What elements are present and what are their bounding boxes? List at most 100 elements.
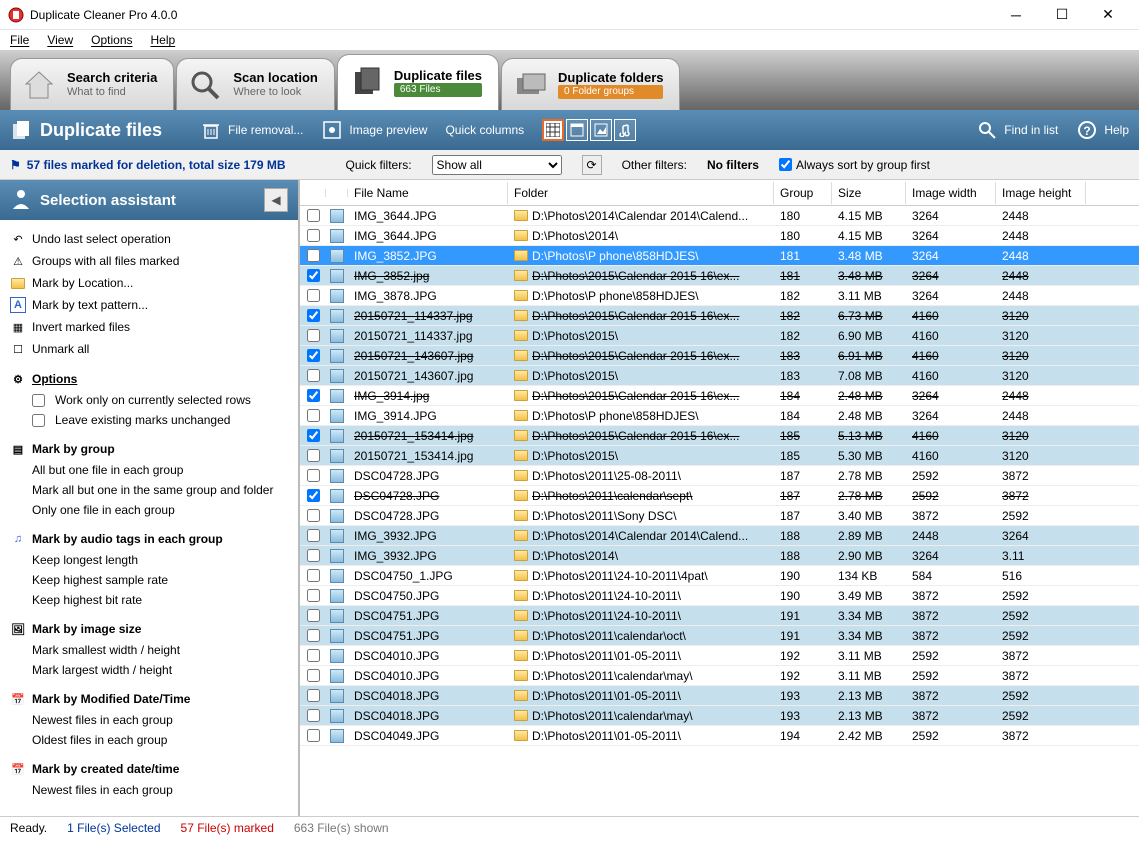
table-row[interactable]: IMG_3644.JPGD:\Photos\2014\1804.15 MB326… bbox=[300, 226, 1139, 246]
table-row[interactable]: DSC04751.JPGD:\Photos\2011\24-10-2011\19… bbox=[300, 606, 1139, 626]
refresh-button[interactable]: ⟳ bbox=[582, 155, 602, 175]
highest-br[interactable]: Keep highest bit rate bbox=[10, 590, 290, 610]
row-checkbox[interactable] bbox=[307, 669, 320, 682]
col-height[interactable]: Image height bbox=[996, 182, 1086, 204]
row-checkbox[interactable] bbox=[307, 489, 320, 502]
row-checkbox[interactable] bbox=[307, 689, 320, 702]
tab-scan-location[interactable]: Scan locationWhere to look bbox=[176, 58, 335, 110]
sort-group-checkbox[interactable]: Always sort by group first bbox=[779, 158, 930, 172]
col-width[interactable]: Image width bbox=[906, 182, 996, 204]
close-button[interactable]: ✕ bbox=[1085, 0, 1131, 30]
row-checkbox[interactable] bbox=[307, 649, 320, 662]
row-checkbox[interactable] bbox=[307, 389, 320, 402]
row-checkbox[interactable] bbox=[307, 369, 320, 382]
table-row[interactable]: DSC04010.JPGD:\Photos\2011\01-05-2011\19… bbox=[300, 646, 1139, 666]
row-checkbox[interactable] bbox=[307, 509, 320, 522]
row-checkbox[interactable] bbox=[307, 229, 320, 242]
row-checkbox[interactable] bbox=[307, 309, 320, 322]
table-row[interactable]: DSC04750_1.JPGD:\Photos\2011\24-10-2011\… bbox=[300, 566, 1139, 586]
col-size[interactable]: Size bbox=[832, 182, 906, 204]
table-row[interactable]: DSC04018.JPGD:\Photos\2011\calendar\may\… bbox=[300, 706, 1139, 726]
row-checkbox[interactable] bbox=[307, 329, 320, 342]
largest-wh[interactable]: Mark largest width / height bbox=[10, 660, 290, 680]
table-row[interactable]: IMG_3852.jpgD:\Photos\2015\Calendar 2015… bbox=[300, 266, 1139, 286]
row-checkbox[interactable] bbox=[307, 429, 320, 442]
table-row[interactable]: IMG_3852.JPGD:\Photos\P phone\858HDJES\1… bbox=[300, 246, 1139, 266]
row-checkbox[interactable] bbox=[307, 609, 320, 622]
image-preview-button[interactable]: Image preview bbox=[321, 119, 427, 141]
qc-window-icon[interactable] bbox=[566, 119, 588, 141]
row-checkbox[interactable] bbox=[307, 249, 320, 262]
table-row[interactable]: IMG_3644.JPGD:\Photos\2014\Calendar 2014… bbox=[300, 206, 1139, 226]
work-only-selected[interactable]: Work only on currently selected rows bbox=[10, 390, 290, 410]
table-row[interactable]: DSC04728.JPGD:\Photos\2011\Sony DSC\1873… bbox=[300, 506, 1139, 526]
table-row[interactable]: 20150721_143607.jpgD:\Photos\2015\Calend… bbox=[300, 346, 1139, 366]
row-checkbox[interactable] bbox=[307, 549, 320, 562]
quick-filters-select[interactable]: Show all bbox=[432, 155, 562, 175]
menu-help[interactable]: Help bbox=[151, 33, 176, 47]
table-row[interactable]: IMG_3932.JPGD:\Photos\2014\1882.90 MB326… bbox=[300, 546, 1139, 566]
table-row[interactable]: IMG_3914.JPGD:\Photos\P phone\858HDJES\1… bbox=[300, 406, 1139, 426]
newest-mod[interactable]: Newest files in each group bbox=[10, 710, 290, 730]
table-body[interactable]: IMG_3644.JPGD:\Photos\2014\Calendar 2014… bbox=[300, 206, 1139, 816]
table-row[interactable]: DSC04010.JPGD:\Photos\2011\calendar\may\… bbox=[300, 666, 1139, 686]
table-row[interactable]: IMG_3932.JPGD:\Photos\2014\Calendar 2014… bbox=[300, 526, 1139, 546]
row-checkbox[interactable] bbox=[307, 629, 320, 642]
menu-view[interactable]: View bbox=[47, 33, 73, 47]
invert-marked[interactable]: ▦Invert marked files bbox=[10, 316, 290, 338]
table-row[interactable]: IMG_3878.JPGD:\Photos\P phone\858HDJES\1… bbox=[300, 286, 1139, 306]
unmark-all[interactable]: ☐Unmark all bbox=[10, 338, 290, 360]
all-but-one[interactable]: All but one file in each group bbox=[10, 460, 290, 480]
menu-options[interactable]: Options bbox=[91, 33, 132, 47]
undo-select[interactable]: ↶Undo last select operation bbox=[10, 228, 290, 250]
groups-all-marked[interactable]: ⚠Groups with all files marked bbox=[10, 250, 290, 272]
help-button[interactable]: ? Help bbox=[1076, 119, 1129, 141]
tab-search-criteria[interactable]: Search criteriaWhat to find bbox=[10, 58, 174, 110]
row-checkbox[interactable] bbox=[307, 469, 320, 482]
assistant-options[interactable]: ⚙Options bbox=[10, 368, 290, 390]
row-checkbox[interactable] bbox=[307, 569, 320, 582]
row-checkbox[interactable] bbox=[307, 709, 320, 722]
row-checkbox[interactable] bbox=[307, 349, 320, 362]
table-row[interactable]: DSC04750.JPGD:\Photos\2011\24-10-2011\19… bbox=[300, 586, 1139, 606]
table-row[interactable]: DSC04728.JPGD:\Photos\2011\25-08-2011\18… bbox=[300, 466, 1139, 486]
smallest-wh[interactable]: Mark smallest width / height bbox=[10, 640, 290, 660]
col-group[interactable]: Group bbox=[774, 182, 832, 204]
file-removal-button[interactable]: File removal... bbox=[200, 119, 303, 141]
mark-text-pattern[interactable]: AMark by text pattern... bbox=[10, 294, 290, 316]
table-row[interactable]: DSC04018.JPGD:\Photos\2011\01-05-2011\19… bbox=[300, 686, 1139, 706]
qc-grid-icon[interactable] bbox=[542, 119, 564, 141]
col-folder[interactable]: Folder bbox=[508, 182, 774, 204]
table-row[interactable]: DSC04751.JPGD:\Photos\2011\calendar\oct\… bbox=[300, 626, 1139, 646]
row-checkbox[interactable] bbox=[307, 589, 320, 602]
mark-location[interactable]: Mark by Location... bbox=[10, 272, 290, 294]
table-row[interactable]: 20150721_114337.jpgD:\Photos\2015\Calend… bbox=[300, 306, 1139, 326]
table-row[interactable]: IMG_3914.jpgD:\Photos\2015\Calendar 2015… bbox=[300, 386, 1139, 406]
tab-duplicate-files[interactable]: Duplicate files663 Files bbox=[337, 54, 499, 110]
qc-music-icon[interactable] bbox=[614, 119, 636, 141]
table-row[interactable]: 20150721_114337.jpgD:\Photos\2015\1826.9… bbox=[300, 326, 1139, 346]
menu-file[interactable]: File bbox=[10, 33, 29, 47]
all-but-one-same[interactable]: Mark all but one in the same group and f… bbox=[10, 480, 290, 500]
row-checkbox[interactable] bbox=[307, 529, 320, 542]
newest-created[interactable]: Newest files in each group bbox=[10, 780, 290, 800]
maximize-button[interactable]: ☐ bbox=[1039, 0, 1085, 30]
table-row[interactable]: DSC04728.JPGD:\Photos\2011\calendar\sept… bbox=[300, 486, 1139, 506]
col-filename[interactable]: File Name bbox=[348, 182, 508, 204]
tab-duplicate-folders[interactable]: Duplicate folders0 Folder groups bbox=[501, 58, 680, 110]
row-checkbox[interactable] bbox=[307, 209, 320, 222]
table-row[interactable]: 20150721_153414.jpgD:\Photos\2015\Calend… bbox=[300, 426, 1139, 446]
row-checkbox[interactable] bbox=[307, 409, 320, 422]
table-row[interactable]: DSC04049.JPGD:\Photos\2011\01-05-2011\19… bbox=[300, 726, 1139, 746]
collapse-left-button[interactable]: ◀ bbox=[264, 188, 288, 212]
leave-existing[interactable]: Leave existing marks unchanged bbox=[10, 410, 290, 430]
table-row[interactable]: 20150721_153414.jpgD:\Photos\2015\1855.3… bbox=[300, 446, 1139, 466]
only-one[interactable]: Only one file in each group bbox=[10, 500, 290, 520]
table-row[interactable]: 20150721_143607.jpgD:\Photos\2015\1837.0… bbox=[300, 366, 1139, 386]
row-checkbox[interactable] bbox=[307, 269, 320, 282]
row-checkbox[interactable] bbox=[307, 449, 320, 462]
highest-sr[interactable]: Keep highest sample rate bbox=[10, 570, 290, 590]
row-checkbox[interactable] bbox=[307, 289, 320, 302]
longest-length[interactable]: Keep longest length bbox=[10, 550, 290, 570]
row-checkbox[interactable] bbox=[307, 729, 320, 742]
